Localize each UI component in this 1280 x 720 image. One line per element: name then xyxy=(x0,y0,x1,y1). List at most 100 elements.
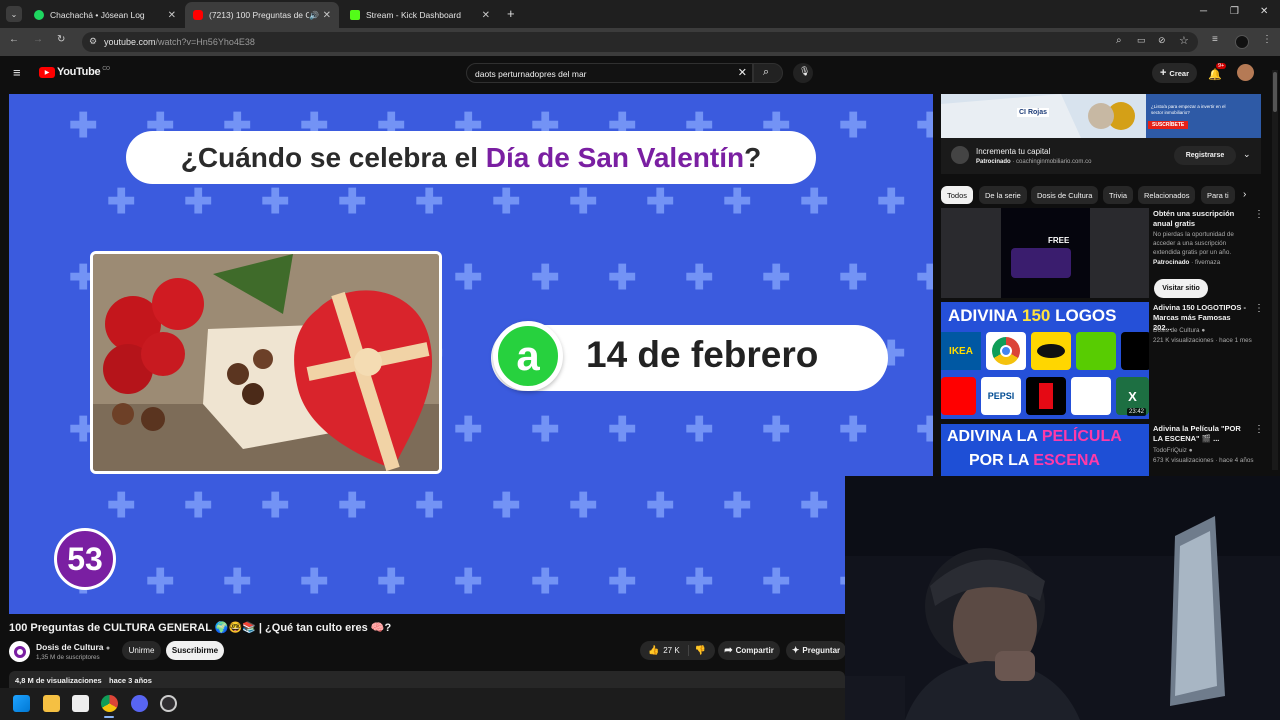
address-bar[interactable]: ⚙ youtube.com/watch?v=Hn56Yho4E38 ⌕ ▭ ⊘ … xyxy=(82,32,1198,52)
tab-search-button[interactable]: ⌄ xyxy=(6,6,22,22)
browser-tab-3[interactable]: Stream - Kick Dashboard ✕ xyxy=(342,2,498,28)
file-explorer-icon[interactable] xyxy=(43,695,60,712)
chip-para-ti[interactable]: Para ti xyxy=(1201,186,1235,204)
channel-name-text: Dosis de Cultura xyxy=(36,642,104,652)
chevron-right-icon[interactable]: › xyxy=(1243,189,1246,200)
zoom-icon[interactable]: ⌕ xyxy=(1116,35,1122,46)
menu-kebab-icon[interactable]: ⋮ xyxy=(1262,34,1272,45)
join-button[interactable]: Unirme xyxy=(122,641,161,660)
promo-more-icon[interactable]: ⋮ xyxy=(1254,209,1264,220)
subscriber-count: 1,35 M de suscriptores xyxy=(36,654,100,661)
tab-close-icon[interactable]: ✕ xyxy=(323,10,331,21)
country-code: CO xyxy=(102,66,110,72)
notifications-button[interactable]: 🔔 9+ xyxy=(1208,63,1227,83)
promo-meta: Patrocinado · fivemaza xyxy=(1153,259,1221,266)
chip-trivia[interactable]: Trivia xyxy=(1103,186,1134,204)
eye-off-icon[interactable]: ⊘ xyxy=(1158,35,1166,46)
app-icon[interactable] xyxy=(72,695,89,712)
page-scrollbar[interactable] xyxy=(1272,70,1278,470)
windows-start-icon[interactable] xyxy=(13,695,30,712)
close-window-icon[interactable]: ✕ xyxy=(1260,6,1268,17)
batman-logo xyxy=(1031,332,1071,370)
minimize-icon[interactable]: ─ xyxy=(1200,6,1207,17)
video-thumbnail[interactable]: ADIVINA LA PELÍCULA POR LA ESCENA xyxy=(941,424,1149,476)
plus-decoration-icon: ✚ xyxy=(300,563,329,601)
video-channel[interactable]: TodoFriQuiz ● xyxy=(1153,446,1193,455)
promo-thumbnail[interactable]: FREE xyxy=(941,208,1149,298)
create-button[interactable]: + Crear xyxy=(1152,63,1197,83)
browser-tab-1[interactable]: Chachachá • Jósean Log ✕ xyxy=(26,2,184,28)
visit-site-button[interactable]: Visitar sitio xyxy=(1154,279,1208,298)
account-avatar[interactable] xyxy=(1237,64,1254,81)
search-box[interactable]: daots perturnadopres del mar ✕ xyxy=(466,63,753,83)
ask-button[interactable]: ✦ Preguntar xyxy=(786,641,846,660)
chrome-icon[interactable] xyxy=(101,695,118,712)
description-box[interactable]: 4,8 M de visualizaciones hace 3 años xyxy=(9,671,845,688)
subscribe-button[interactable]: Suscribirme xyxy=(166,641,224,660)
channel-name[interactable]: Dosis de Cultura ● xyxy=(36,642,110,652)
site-info-icon[interactable]: ⚙ xyxy=(89,36,97,47)
clear-search-icon[interactable]: ✕ xyxy=(738,66,747,79)
create-label: Crear xyxy=(1169,68,1190,78)
video-title: 100 Preguntas de CULTURA GENERAL 🌍🤓📚 | ¿… xyxy=(9,622,392,634)
search-input[interactable]: daots perturnadopres del mar xyxy=(475,69,587,79)
speaker-icon[interactable]: 🔊 xyxy=(309,11,319,20)
share-label: Compartir xyxy=(735,646,774,655)
voice-search-button[interactable]: 🎙 xyxy=(793,63,813,83)
profile-avatar[interactable] xyxy=(1235,35,1249,49)
plus-decoration-icon: ✚ xyxy=(415,183,444,221)
plus-decoration-icon: ✚ xyxy=(69,107,98,145)
forward-icon[interactable]: → xyxy=(33,34,43,45)
ad-banner-image xyxy=(941,94,1261,138)
video-thumbnail[interactable]: ADIVINA 150 LOGOS IKEA PEPSI X 23:42 xyxy=(941,302,1149,419)
discord-icon[interactable] xyxy=(131,695,148,712)
obs-icon[interactable] xyxy=(160,695,177,712)
chip-label: Dosis de Cultura xyxy=(1037,190,1093,200)
upload-age: hace 3 años xyxy=(109,676,152,685)
hamburger-menu-icon[interactable]: ≡ xyxy=(13,65,21,80)
new-tab-icon[interactable]: + xyxy=(507,6,515,21)
dislike-button[interactable]: 👎 xyxy=(689,645,706,656)
video-channel[interactable]: Dosis de Cultura ● xyxy=(1153,326,1205,335)
plus-decoration-icon: ✚ xyxy=(454,563,483,601)
video-more-icon[interactable]: ⋮ xyxy=(1254,424,1264,435)
promo-title[interactable]: Obtén una suscripción anual gratis xyxy=(1153,209,1251,229)
reload-icon[interactable]: ↻ xyxy=(57,34,65,45)
cast-icon[interactable]: ▭ xyxy=(1137,35,1146,46)
tab-close-icon[interactable]: ✕ xyxy=(168,10,176,21)
youtube-logo[interactable]: ▶ YouTube CO xyxy=(39,66,110,78)
windows-taskbar xyxy=(0,688,845,720)
chip-relacionados[interactable]: Relacionados xyxy=(1138,186,1196,204)
browser-tab-2[interactable]: (7213) 100 Preguntas de CU 🔊 ✕ xyxy=(185,2,339,28)
ad-banner[interactable]: CI Rojas ¿Listo/a para empezar a inverti… xyxy=(941,94,1261,138)
plus-decoration-icon: ✚ xyxy=(531,259,560,297)
like-count: 27 K xyxy=(663,646,680,655)
share-button[interactable]: ➦ Compartir xyxy=(718,641,780,660)
video-more-icon[interactable]: ⋮ xyxy=(1254,303,1264,314)
plus-decoration-icon: ✚ xyxy=(146,563,175,601)
back-icon[interactable]: ← xyxy=(9,34,19,45)
reading-list-icon[interactable]: ≡ xyxy=(1212,34,1218,45)
search-button[interactable]: ⌕ xyxy=(753,63,783,83)
tab-close-icon[interactable]: ✕ xyxy=(482,10,490,21)
restore-icon[interactable]: ❐ xyxy=(1230,6,1239,17)
chip-dosis-de-cultura[interactable]: Dosis de Cultura xyxy=(1031,186,1099,204)
like-button[interactable]: 👍 27 K xyxy=(640,645,689,656)
ad-card[interactable]: Incrementa tu capital Patrocinado · coac… xyxy=(941,138,1261,174)
promo-glow xyxy=(1011,248,1071,278)
bookmark-star-icon[interactable]: ☆ xyxy=(1179,34,1189,47)
register-button[interactable]: Registrarse xyxy=(1174,146,1236,165)
video-player[interactable]: ✚ ✚ ✚ ✚ ✚ ✚ ✚ ✚ ✚ ✚ ✚ ✚ ✚ ✚ ✚ ✚ ✚ ✚ ✚ ✚ ✚ ✚ ✚ ✚ ✚ ✚ ✚ ✚ ✚ ✚ ✚ ✚ ✚ ✚ ✚ ✚ ✚ ✚ ✚ ✚… xyxy=(9,94,933,614)
chip-de-la-serie[interactable]: De la serie xyxy=(979,186,1027,204)
chip-label: Relacionados xyxy=(1144,190,1190,200)
plus-decoration-icon: ✚ xyxy=(184,183,213,221)
plus-decoration-icon: ✚ xyxy=(762,259,791,297)
chip-todos[interactable]: Todos xyxy=(941,186,974,204)
tab-title: Chachachá • Jósean Log xyxy=(50,10,145,20)
channel-avatar[interactable] xyxy=(9,641,30,662)
chevron-down-icon[interactable]: ⌄ xyxy=(1243,149,1251,160)
answer-letter-badge: a xyxy=(493,321,563,391)
duration-badge: 23:42 xyxy=(1126,408,1146,416)
view-count: 4,8 M de visualizaciones xyxy=(15,676,102,685)
video-title[interactable]: Adivina la Película "POR LA ESCENA" 🎬 ..… xyxy=(1153,424,1251,444)
